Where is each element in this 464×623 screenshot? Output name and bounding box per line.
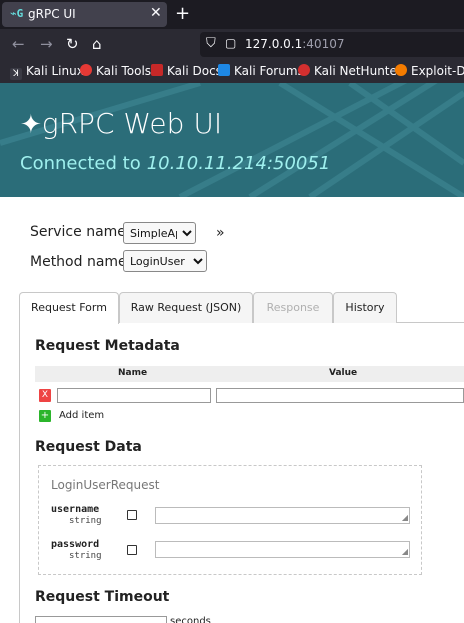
username-input[interactable]: ◢ [155,507,410,524]
timeout-heading: Request Timeout [35,589,170,605]
expand-toggle[interactable]: » [216,225,225,241]
method-select[interactable]: LoginUser [123,250,207,272]
request-data-heading: Request Data [35,439,142,455]
new-tab-icon[interactable]: + [175,3,190,24]
bookmark-kali-linux[interactable]: ꓘ Kali Linux [10,64,84,80]
back-arrow-icon[interactable]: ← [12,35,25,53]
service-select[interactable]: SimpleApp [123,222,196,244]
password-null-checkbox[interactable] [127,545,137,555]
kali-forums-icon [218,64,230,76]
add-item-label[interactable]: Add item [59,410,104,421]
address-bar[interactable]: ⛉ ▢ 127.0.0.1:40107 [200,32,464,57]
field-type-password: string [69,551,102,561]
metadata-value-input[interactable] [216,388,464,403]
remove-item-button[interactable]: X [39,389,51,402]
grpc-logo-icon: ✦ [20,110,42,140]
resize-grip-icon[interactable]: ◢ [402,548,408,556]
service-label: Service name: [30,224,131,240]
field-type-username: string [69,516,102,526]
grpc-favicon-icon: ⌁G [10,7,24,20]
bookmark-kali-docs[interactable]: Kali Docs [151,64,222,78]
metadata-name-input[interactable] [57,388,211,403]
metadata-table-header: Name Value [35,366,464,382]
browser-tab[interactable]: ⌁G gRPC UI ✕ [2,2,167,27]
kali-tools-icon [80,64,92,76]
kali-docs-icon [151,64,163,76]
metadata-col-value: Value [329,368,358,378]
home-icon[interactable]: ⌂ [92,35,102,53]
server-address: 10.10.11.214:50051 [146,153,331,174]
bookmark-kali-nethunter[interactable]: Kali NetHunter [298,64,402,78]
method-label: Method name: [30,254,132,270]
add-item-button[interactable]: + [39,410,51,422]
field-name-password: password [51,539,100,550]
tab-history[interactable]: History [333,292,397,323]
shield-icon[interactable]: ⛉ [206,36,216,51]
request-tabs: Request Form Raw Request (JSON) Response… [19,292,464,324]
password-input[interactable]: ◢ [155,541,410,558]
bookmark-kali-tools[interactable]: Kali Tools [80,64,151,78]
browser-nav-bar: ← → ↻ ⌂ ⛉ ▢ 127.0.0.1:40107 [0,29,464,60]
browser-tab-title: gRPC UI [28,7,76,21]
field-name-username: username [51,504,100,515]
header-banner: ✦gRPC Web UI Connected to 10.10.11.214:50… [0,83,464,197]
page-info-icon[interactable]: ▢ [225,36,236,50]
resize-grip-icon[interactable]: ◢ [402,514,408,522]
tab-response: Response [253,292,333,323]
tab-raw-request[interactable]: Raw Request (JSON) [119,292,253,323]
url-text: 127.0.0.1:40107 [245,37,345,51]
forward-arrow-icon[interactable]: → [40,35,53,53]
bookmarks-bar: ꓘ Kali Linux Kali Tools Kali Docs Kali Fo… [0,60,464,83]
username-null-checkbox[interactable] [127,510,137,520]
timeout-input[interactable] [35,616,167,623]
bookmark-exploit-db[interactable]: Exploit-DB [395,64,464,78]
connection-status: Connected to 10.10.11.214:50051 [20,153,331,174]
tab-request-form[interactable]: Request Form [19,292,119,324]
browser-tab-bar: ⌁G gRPC UI ✕ + [0,0,464,29]
metadata-col-name: Name [118,368,148,378]
bookmark-kali-forums[interactable]: Kali Forums [218,64,304,78]
timeout-unit-label: seconds [170,616,211,623]
metadata-heading: Request Metadata [35,338,180,354]
nethunter-icon [298,64,310,76]
exploit-db-icon [395,64,407,76]
kali-dragon-icon: ꓘ [10,68,22,80]
reload-icon[interactable]: ↻ [66,35,79,53]
page-title: ✦gRPC Web UI [20,107,223,140]
message-type-label: LoginUserRequest [51,478,160,492]
banner-pattern [0,83,464,197]
tab-panel-border [19,322,20,623]
close-tab-icon[interactable]: ✕ [150,5,162,21]
